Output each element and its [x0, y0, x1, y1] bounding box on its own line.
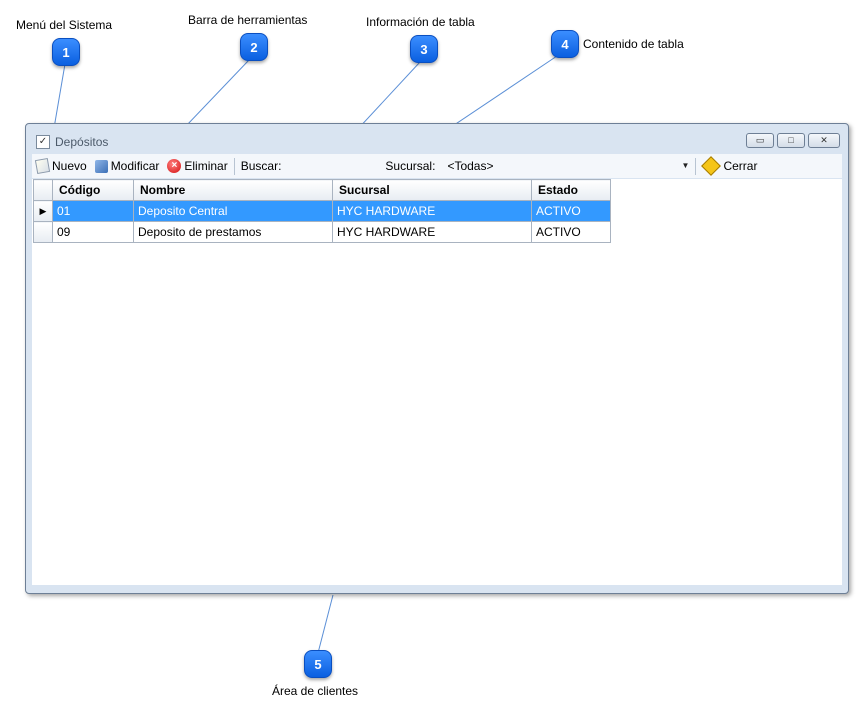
cell-estado[interactable]: ACTIVO: [531, 200, 611, 222]
edit-icon: [94, 159, 108, 173]
toolbar: Nuevo Modificar × Eliminar Buscar: Sucur…: [32, 154, 842, 178]
current-row-indicator[interactable]: ▶: [33, 200, 53, 222]
window-title: Depósitos: [55, 135, 109, 149]
search-input[interactable]: [285, 156, 382, 176]
delete-button-label: Eliminar: [184, 159, 228, 173]
cell-sucursal[interactable]: HYC HARDWARE: [332, 200, 532, 222]
toolbar-separator: [233, 157, 235, 175]
chevron-down-icon[interactable]: ▼: [682, 161, 690, 170]
annotation-badge-5: 5: [304, 650, 332, 678]
column-header-sucursal[interactable]: Sucursal: [332, 179, 532, 201]
branch-select-value: <Todas>: [447, 159, 494, 173]
branch-select[interactable]: <Todas> ▼: [443, 157, 694, 175]
exit-icon: [701, 156, 722, 176]
column-header-codigo[interactable]: Código: [52, 179, 134, 201]
edit-button[interactable]: Modificar: [91, 159, 164, 173]
system-menu-icon[interactable]: ✓: [36, 135, 50, 149]
search-label-wrap: Buscar:: [237, 159, 286, 173]
annotation-label-3: Información de tabla: [366, 15, 475, 29]
annotation-badge-4: 4: [551, 30, 579, 58]
minimize-button[interactable]: ▭: [746, 133, 774, 148]
maximize-button[interactable]: □: [777, 133, 805, 148]
annotation-badge-1: 1: [52, 38, 80, 66]
search-label: Buscar:: [240, 159, 282, 173]
depositos-window: ✓ Depósitos ▭ □ ✕ Nuevo Modificar × Elim…: [25, 123, 849, 594]
annotation-label-1: Menú del Sistema: [16, 18, 113, 32]
window-controls: ▭ □ ✕: [746, 133, 840, 148]
toolbar-separator: [695, 157, 697, 175]
annotation-label-2: Barra de herramientas: [188, 13, 308, 27]
title-bar[interactable]: ✓ Depósitos ▭ □ ✕: [26, 124, 848, 152]
new-button-label: Nuevo: [52, 159, 87, 173]
annotation-badge-2: 2: [240, 33, 268, 61]
cell-codigo[interactable]: 09: [52, 221, 134, 243]
delete-icon: ×: [167, 159, 182, 173]
new-button[interactable]: Nuevo: [32, 157, 91, 175]
close-window-button[interactable]: ✕: [808, 133, 840, 148]
row-header[interactable]: [33, 221, 53, 243]
annotation-label-4: Contenido de tabla: [583, 37, 684, 51]
branch-label-wrap: Sucursal:: [381, 159, 439, 173]
cell-nombre[interactable]: Deposito de prestamos: [133, 221, 333, 243]
table-row[interactable]: ▶ 01 Deposito Central HYC HARDWARE ACTIV…: [33, 200, 611, 222]
table-row[interactable]: 09 Deposito de prestamos HYC HARDWARE AC…: [33, 221, 611, 243]
branch-label: Sucursal:: [385, 159, 436, 173]
close-button[interactable]: Cerrar: [698, 156, 761, 176]
annotation-badge-3: 3: [410, 35, 438, 63]
cell-codigo[interactable]: 01: [52, 200, 134, 222]
close-button-label: Cerrar: [723, 159, 758, 173]
client-area: Código Nombre Sucursal Estado ▶ 01 Depos…: [32, 179, 842, 585]
annotation-label-5: Área de clientes: [272, 684, 359, 698]
edit-button-label: Modificar: [110, 159, 160, 173]
cell-nombre[interactable]: Deposito Central: [133, 200, 333, 222]
cell-sucursal[interactable]: HYC HARDWARE: [332, 221, 532, 243]
delete-button[interactable]: × Eliminar: [163, 159, 231, 173]
data-grid: Código Nombre Sucursal Estado ▶ 01 Depos…: [33, 179, 611, 243]
column-header-estado[interactable]: Estado: [531, 179, 611, 201]
cell-estado[interactable]: ACTIVO: [531, 221, 611, 243]
grid-header-row: Código Nombre Sucursal Estado: [33, 179, 611, 201]
row-header-corner[interactable]: [33, 179, 53, 201]
new-document-icon: [34, 157, 51, 175]
column-header-nombre[interactable]: Nombre: [133, 179, 333, 201]
